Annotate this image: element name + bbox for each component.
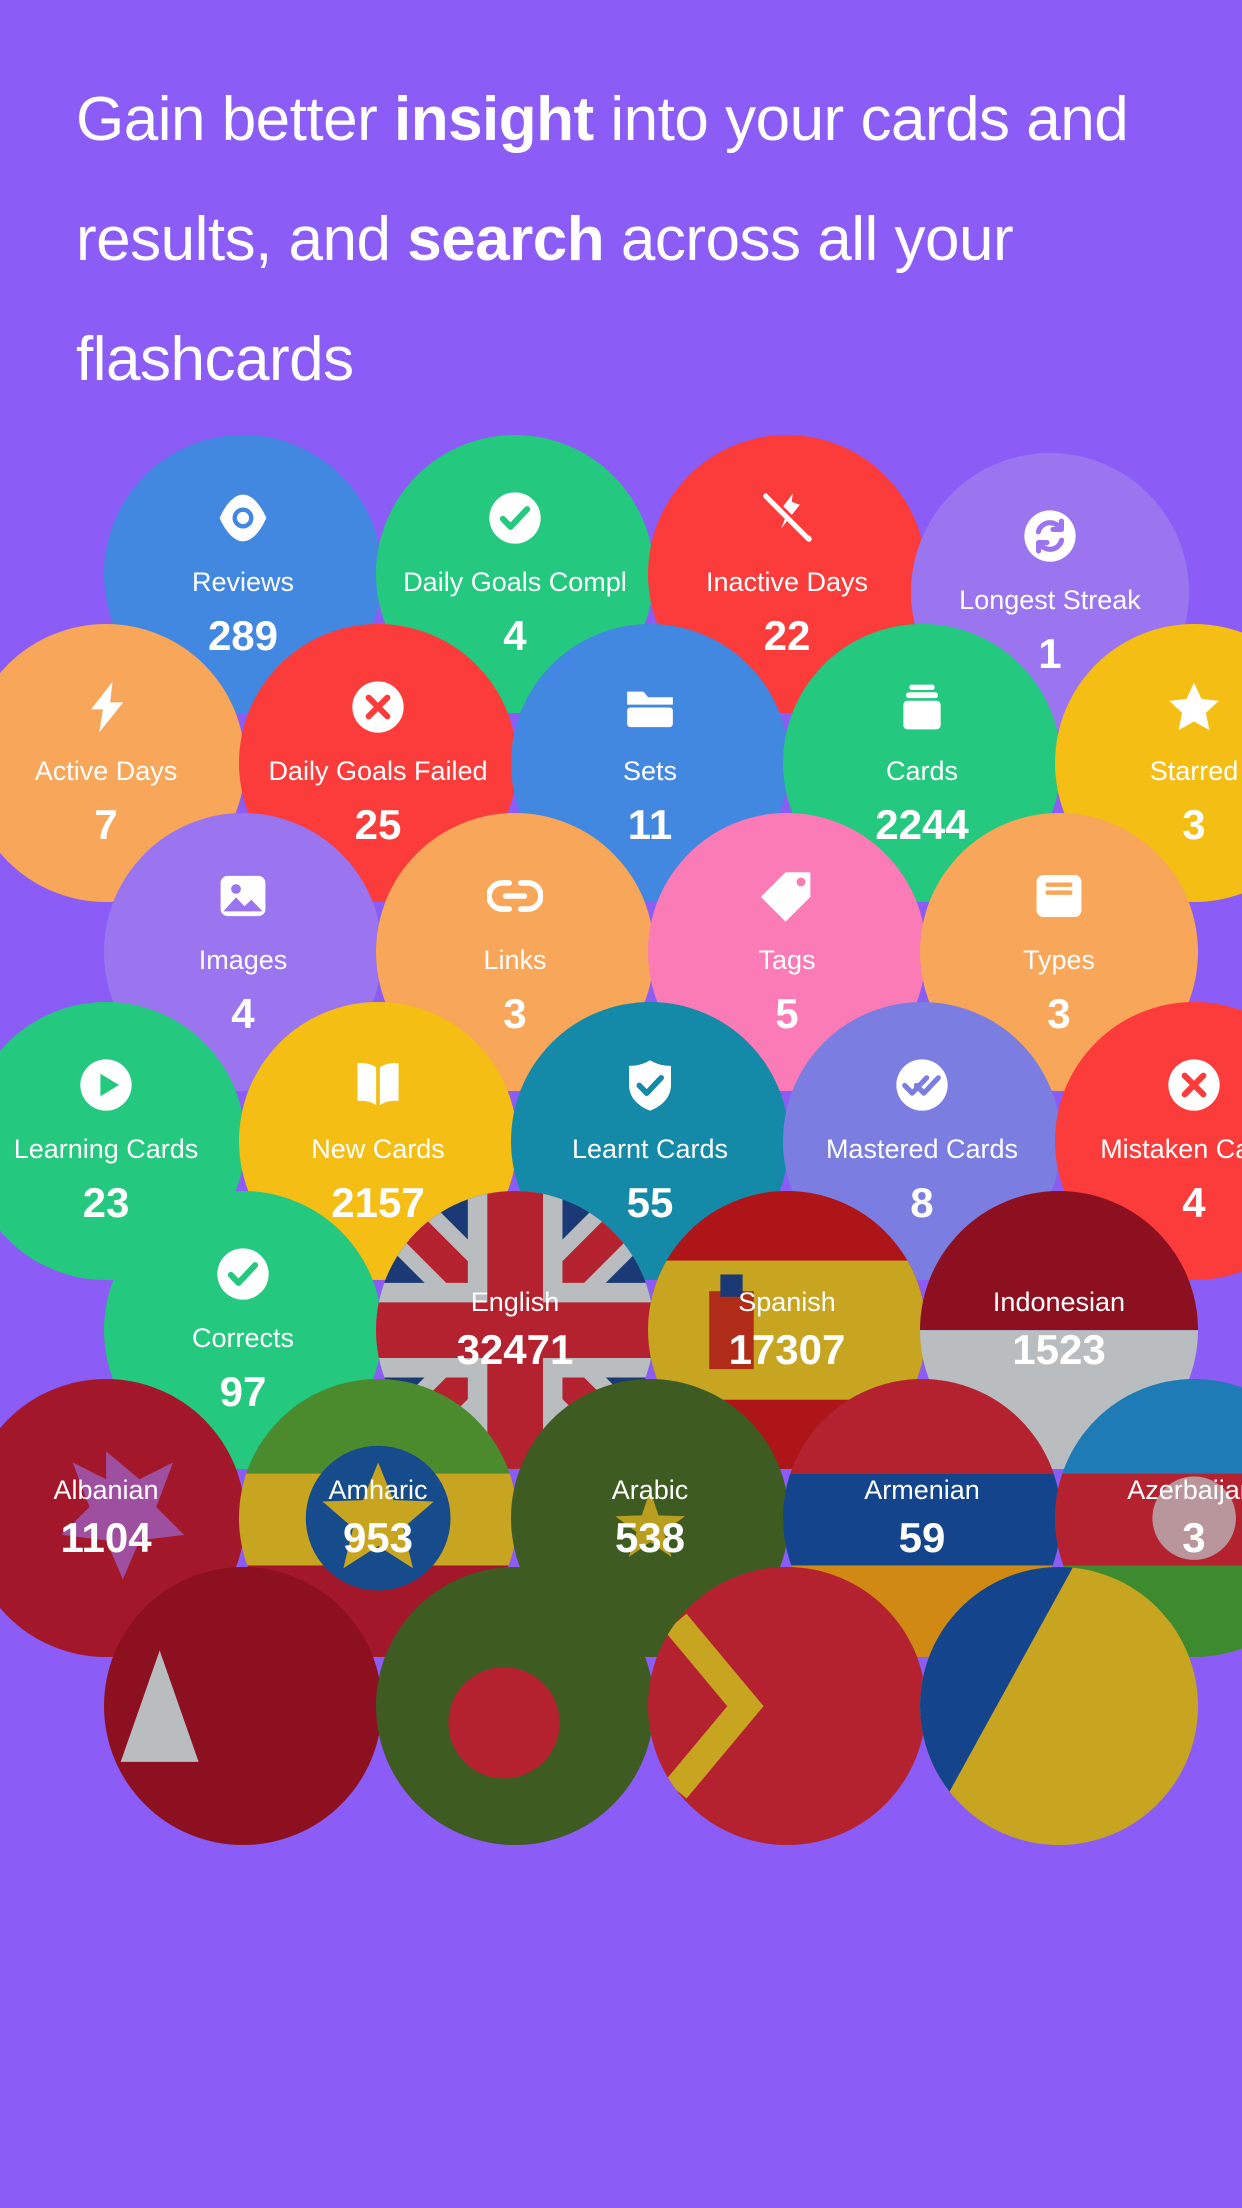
stat-bubble-ba[interactable] (103, 1566, 383, 1846)
bubble-label: Azerbaijani (1127, 1475, 1242, 1506)
bubble-label: Armenian (864, 1475, 980, 1506)
x-circle-icon (350, 679, 406, 735)
headline-part-2: into your (593, 85, 844, 154)
headline-part-1: Gain better (76, 85, 394, 154)
bubble-label: Daily Goals Compl (403, 567, 627, 598)
bubble-label: English (470, 1287, 560, 1318)
eye-icon (215, 490, 271, 546)
check-shield-icon (622, 1057, 678, 1113)
bubble-value: 59 (898, 1513, 946, 1561)
tag-icon (759, 868, 815, 924)
stat-bubble-bn[interactable] (375, 1566, 655, 1846)
bubble-content (648, 1567, 926, 1845)
tray-icon (1031, 868, 1087, 924)
bubble-label: Links (483, 945, 547, 976)
flash-icon (78, 679, 134, 735)
flash-off-icon (759, 490, 815, 546)
cards-icon (894, 679, 950, 735)
bubble-label: Types (1022, 945, 1095, 976)
check-circle-icon (215, 1246, 271, 1302)
headline-emphasis-search: search (407, 205, 605, 274)
bubble-label: Learning Cards (13, 1134, 199, 1165)
bubble-value: 32471 (456, 1325, 574, 1373)
bubble-label: Arabic (611, 1475, 689, 1506)
folder-icon (622, 679, 678, 735)
headline-emphasis-insight: insight (393, 85, 594, 154)
bubble-label: Longest Streak (959, 585, 1141, 616)
promo-screen: Gain better insight into your cards and … (0, 0, 1242, 2208)
bubble-content (104, 1567, 382, 1845)
bubble-content (920, 1567, 1198, 1845)
bubble-label: Sets (622, 756, 677, 787)
image-icon (215, 868, 271, 924)
bubble-label: Albanian (53, 1475, 159, 1506)
bubble-label: Active Days (34, 756, 178, 787)
bubble-label: Daily Goals Failed (268, 756, 488, 787)
bubble-value: 3 (1182, 1513, 1206, 1561)
bubble-label: Learnt Cards (571, 1134, 729, 1165)
double-check-icon (894, 1057, 950, 1113)
bubble-label: Reviews (191, 567, 294, 598)
bubble-label: Amharic (328, 1475, 428, 1506)
x-circle-icon (1166, 1057, 1222, 1113)
bubble-label: Cards (885, 756, 958, 787)
bubble-label: Spanish (738, 1287, 836, 1318)
bubble-value: 1523 (1012, 1325, 1106, 1373)
link-icon (486, 868, 543, 924)
play-circle-icon (78, 1057, 134, 1113)
bubble-label: Indonesian (992, 1287, 1126, 1318)
stat-bubble-by[interactable] (647, 1566, 927, 1846)
book-icon (350, 1057, 406, 1113)
bubble-content (376, 1567, 654, 1845)
stat-bubble-bs[interactable] (919, 1566, 1199, 1846)
bubble-label: Mastered Cards (825, 1134, 1019, 1165)
bubble-value: 953 (342, 1513, 414, 1561)
bubble-value: 1104 (60, 1513, 152, 1561)
bubble-label: Corrects (191, 1323, 294, 1354)
bubble-label: Images (198, 945, 288, 976)
bubble-label: Starred (1149, 756, 1239, 787)
bubble-label: Tags (758, 945, 816, 976)
refresh-icon (1022, 508, 1078, 564)
bubble-value: 538 (614, 1513, 686, 1561)
stats-bubble-field: Reviews 289 Daily Goals Compl 4 Inactive Day… (0, 360, 1242, 2208)
bubble-value: 17307 (728, 1325, 846, 1373)
bubble-label: Inactive Days (705, 567, 869, 598)
bubble-label: Mistaken Cards (1100, 1134, 1242, 1165)
star-icon (1166, 679, 1222, 735)
check-circle-icon (487, 490, 543, 546)
bubble-label: New Cards (311, 1134, 445, 1165)
